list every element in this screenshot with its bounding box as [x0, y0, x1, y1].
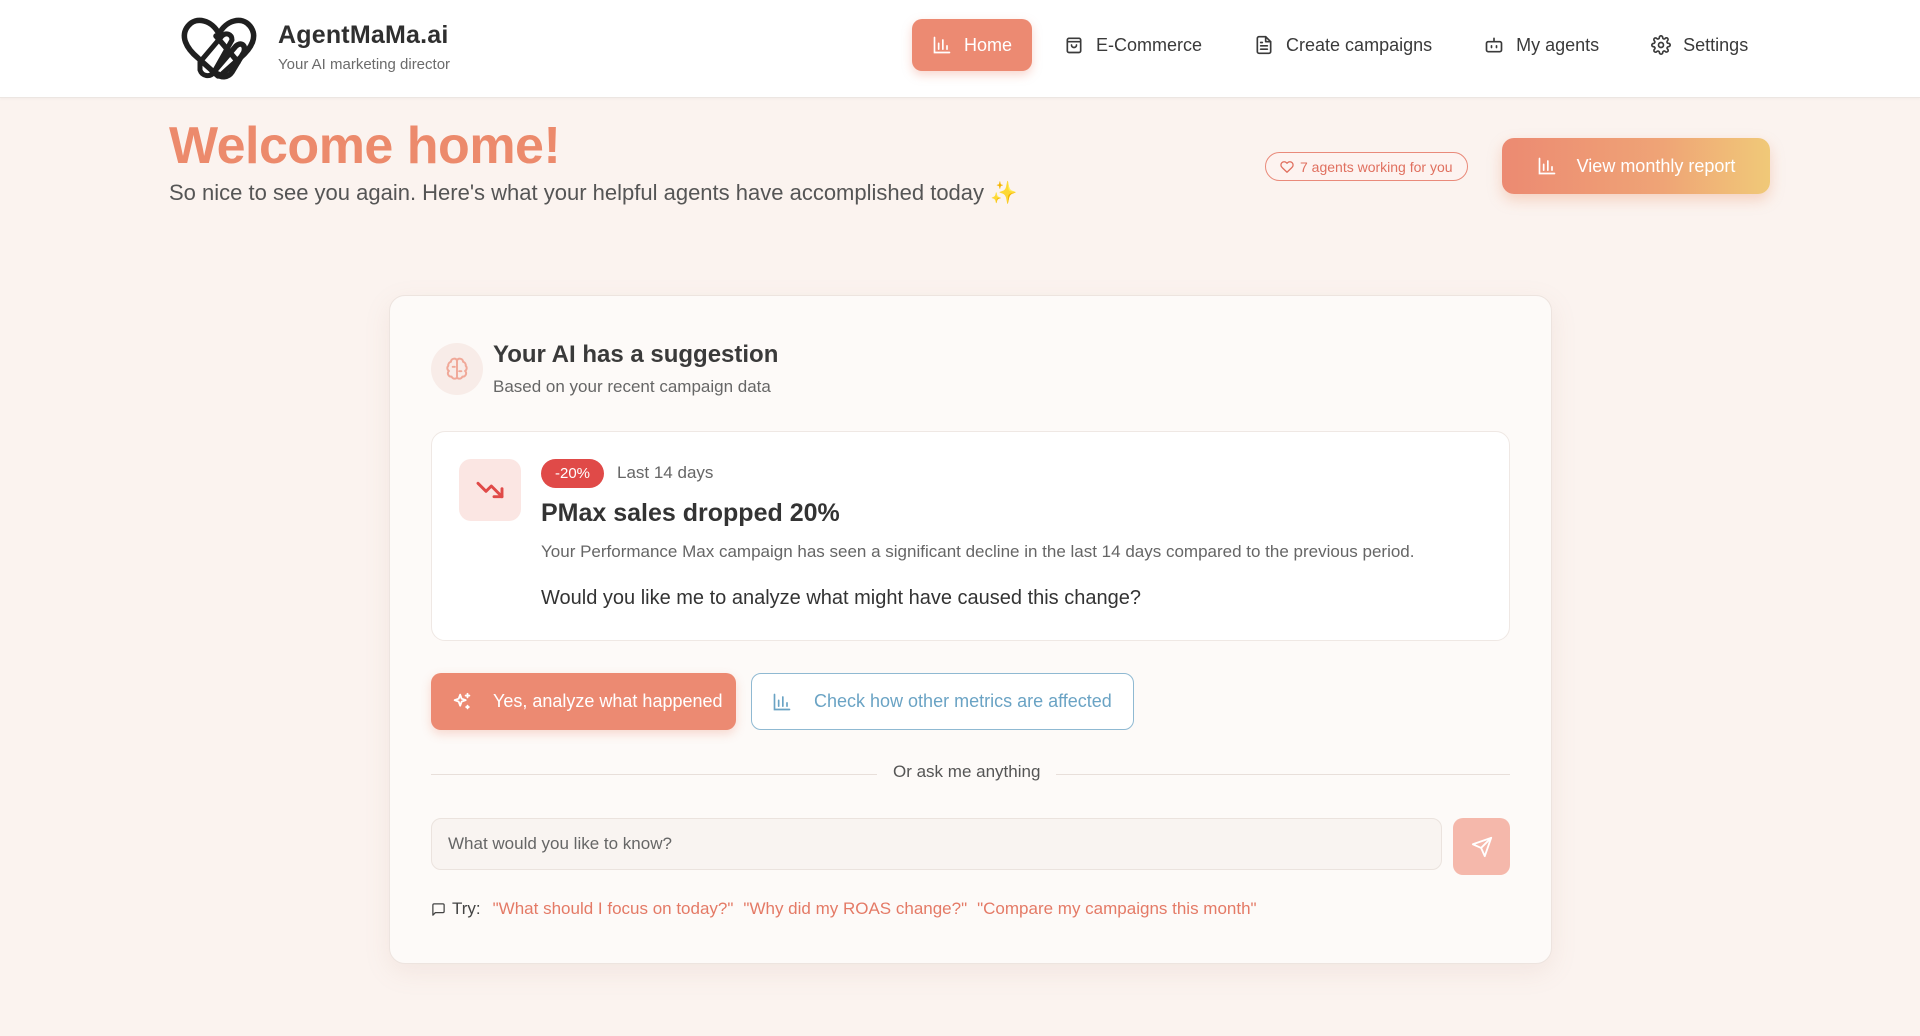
agents-badge-label: 7 agents working for you [1300, 158, 1453, 175]
page-title: Welcome home! [169, 117, 561, 175]
bar-chart-icon [1538, 157, 1555, 175]
sparkles-icon [453, 692, 471, 709]
ask-input[interactable] [431, 818, 1442, 870]
analyze-button-label: Yes, analyze what happened [493, 691, 723, 711]
agents-working-badge: 7 agents working for you [1265, 152, 1468, 181]
view-monthly-report-button[interactable]: View monthly report [1502, 138, 1770, 194]
bar-chart-icon [773, 693, 791, 710]
alert-question: Would you like me to analyze what might … [541, 587, 1141, 609]
send-icon [1471, 836, 1492, 857]
document-icon [1256, 35, 1272, 55]
nav-item-ecommerce[interactable]: E-Commerce [1044, 19, 1222, 71]
ai-suggestion-card: Your AI has a suggestion Based on your r… [389, 295, 1552, 964]
divider-label: Or ask me anything [877, 762, 1057, 782]
heart-icon [1280, 160, 1294, 173]
nav-item-label: Create campaigns [1286, 34, 1433, 55]
bar-chart-icon [933, 36, 951, 54]
alert-title: PMax sales dropped 20% [541, 499, 840, 527]
brand-tagline: Your AI marketing director [278, 56, 451, 73]
nav-item-home[interactable]: Home [912, 19, 1033, 71]
bot-icon [1485, 37, 1503, 53]
shopping-bag-icon [1066, 37, 1082, 54]
chat-bubble-icon [432, 902, 445, 916]
check-metrics-button[interactable]: Check how other metrics are affected [751, 673, 1134, 730]
main-nav: Home E-Commerce Create campaigns My agen… [912, 19, 1780, 71]
change-percent-badge: -20% [541, 459, 605, 488]
gear-icon [1651, 35, 1672, 55]
nav-item-create-campaigns[interactable]: Create campaigns [1234, 19, 1452, 71]
analyze-button[interactable]: Yes, analyze what happened [431, 673, 736, 730]
suggestion-subtitle: Based on your recent campaign data [493, 377, 771, 396]
check-metrics-button-label: Check how other metrics are affected [814, 691, 1112, 711]
brain-icon [431, 343, 483, 395]
nav-item-label: Settings [1683, 34, 1749, 55]
suggestion-title: Your AI has a suggestion [493, 341, 779, 368]
alert-description: Your Performance Max campaign has seen a… [541, 542, 1415, 561]
try-example-chip[interactable]: "What should I focus on today?" [493, 899, 734, 919]
try-example-chip[interactable]: "Compare my campaigns this month" [977, 899, 1256, 919]
nav-item-settings[interactable]: Settings [1631, 19, 1768, 71]
brand[interactable]: AgentMaMa.ai Your AI marketing director [178, 12, 450, 82]
period-label: Last 14 days [617, 463, 714, 482]
try-suggestions: Try: "What should I focus on today?" "Wh… [431, 899, 1267, 919]
nav-item-my-agents[interactable]: My agents [1464, 19, 1619, 71]
nav-item-label: Home [964, 34, 1013, 55]
insight-alert: -20% Last 14 days PMax sales dropped 20%… [431, 431, 1510, 641]
brand-name: AgentMaMa.ai [278, 21, 449, 49]
send-button[interactable] [1453, 818, 1510, 875]
nav-item-label: My agents [1516, 34, 1600, 55]
try-example-chip[interactable]: "Why did my ROAS change?" [743, 899, 967, 919]
agentmama-logo-icon [181, 17, 257, 80]
nav-item-label: E-Commerce [1096, 34, 1203, 55]
trending-down-icon [459, 459, 521, 521]
try-label: Try: [452, 899, 481, 918]
report-button-label: View monthly report [1576, 155, 1736, 176]
top-navigation-bar: AgentMaMa.ai Your AI marketing director … [0, 0, 1920, 98]
page-subtitle: So nice to see you again. Here's what yo… [169, 180, 1018, 205]
